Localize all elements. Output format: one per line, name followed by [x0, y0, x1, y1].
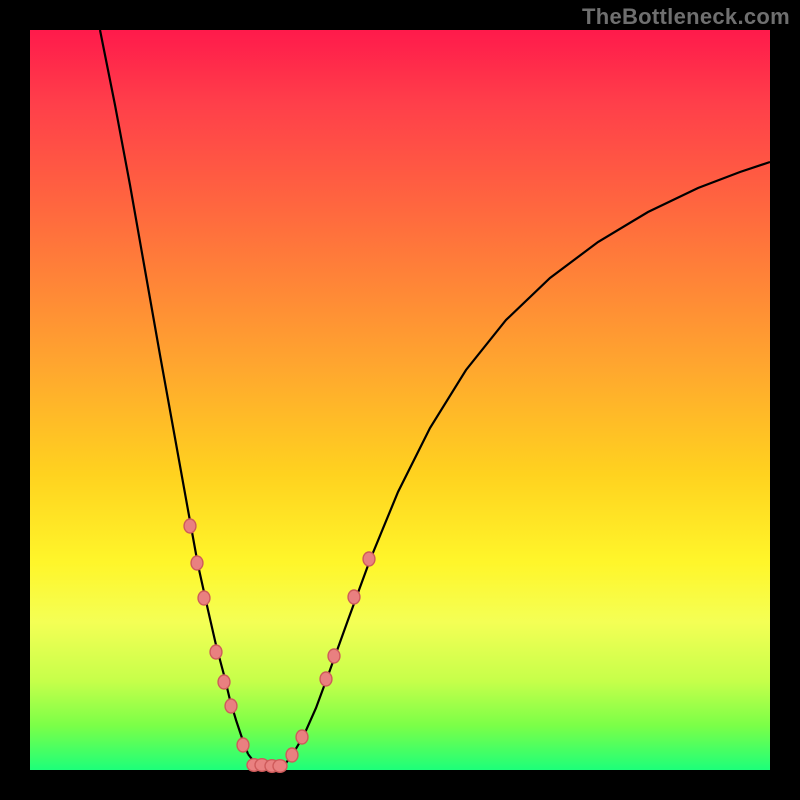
data-marker: [191, 556, 203, 570]
data-marker: [237, 738, 249, 752]
data-marker: [320, 672, 332, 686]
data-marker: [286, 748, 298, 762]
data-marker: [184, 519, 196, 533]
data-marker: [218, 675, 230, 689]
curve-right-branch: [286, 162, 770, 763]
watermark-text: TheBottleneck.com: [582, 4, 790, 30]
curve-left-branch: [100, 30, 248, 754]
plot-area: [30, 30, 770, 770]
chart-frame: TheBottleneck.com: [0, 0, 800, 800]
data-marker: [225, 699, 237, 713]
data-marker: [296, 730, 308, 744]
data-marker: [198, 591, 210, 605]
data-marker: [328, 649, 340, 663]
data-marker: [348, 590, 360, 604]
data-marker: [273, 760, 287, 773]
data-marker: [210, 645, 222, 659]
bottleneck-curve: [30, 30, 770, 770]
data-marker: [363, 552, 375, 566]
data-markers: [184, 519, 375, 772]
